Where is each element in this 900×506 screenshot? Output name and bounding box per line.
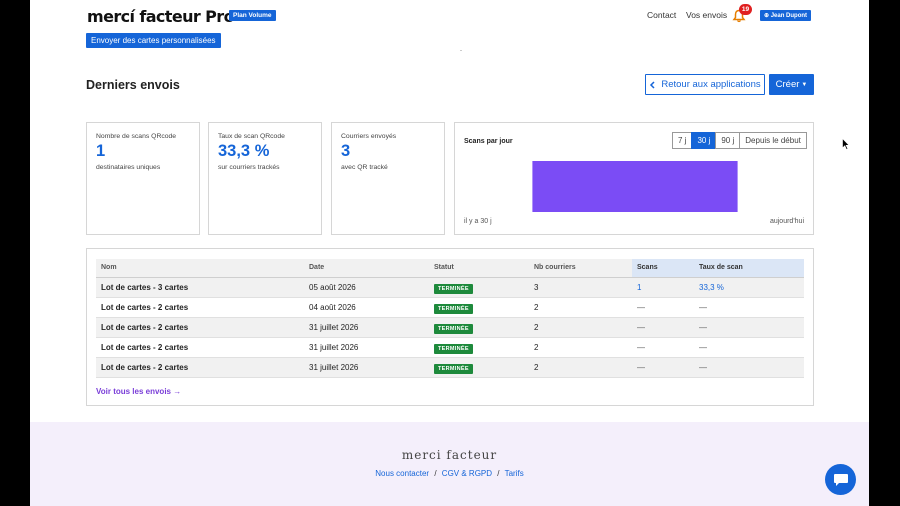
cell-date: 05 août 2026 — [304, 277, 429, 298]
back-to-apps-button[interactable]: Retour aux applications — [645, 74, 765, 95]
cell-name: Lot de cartes - 2 cartes — [96, 357, 304, 379]
header-name[interactable]: Nom — [96, 259, 304, 278]
create-button[interactable]: Créer ▼ — [769, 74, 814, 95]
send-cards-button[interactable]: Envoyer des cartes personnalisées — [86, 33, 221, 48]
footer-separator: / — [434, 469, 437, 478]
cell-scan-rate: — — [694, 357, 804, 379]
range-30d-button[interactable]: 30 j — [691, 132, 717, 149]
cell-scan-rate[interactable]: 33,3 % — [694, 277, 804, 298]
status-badge: TERMINÉE — [434, 344, 473, 355]
stat-sub: destinataires uniques — [96, 164, 161, 171]
stat-value: 1 — [96, 142, 106, 160]
back-to-apps-label: Retour aux applications — [661, 79, 761, 90]
footer-contact-link[interactable]: Nous contacter — [375, 469, 429, 478]
stat-card-scans: Nombre de scans QRcode 1 destinataires u… — [86, 122, 200, 235]
cell-date: 31 juillet 2026 — [304, 337, 429, 359]
header-count[interactable]: Nb courriers — [529, 259, 632, 278]
range-all-button[interactable]: Depuis le début — [739, 132, 807, 149]
header-scans[interactable]: Scans — [632, 259, 694, 278]
stat-label: Nombre de scans QRcode — [96, 133, 177, 140]
stat-card-scan-rate: Taux de scan QRcode 33,3 % sur courriers… — [208, 122, 322, 235]
create-label: Créer — [775, 79, 800, 90]
range-selector: 7 j 30 j 90 j Depuis le début — [672, 132, 807, 149]
range-90d-button[interactable]: 90 j — [715, 132, 741, 149]
cell-name: Lot de cartes - 2 cartes — [96, 317, 304, 339]
cell-date: 31 juillet 2026 — [304, 357, 429, 379]
cell-scans: — — [632, 337, 694, 359]
chart-bar-0 — [532, 161, 738, 212]
cell-count: 2 — [529, 317, 632, 339]
page: mercí facteur Pro Plan Volume Envoyer de… — [30, 0, 869, 506]
chart-title: Scans par jour — [464, 138, 513, 145]
cell-scans: — — [632, 357, 694, 379]
status-badge: TERMINÉE — [434, 303, 473, 314]
cell-scans[interactable]: 1 — [632, 277, 694, 298]
header-date[interactable]: Date — [304, 259, 429, 278]
cell-status: TERMINÉE — [429, 317, 529, 339]
cell-count: 3 — [529, 277, 632, 298]
cell-count: 2 — [529, 297, 632, 318]
footer-brand: merci facteur — [401, 448, 498, 462]
shipments-table: Nom Date Statut Nb courriers Scans Taux … — [96, 259, 804, 379]
notification-count-badge: 19 — [739, 4, 752, 15]
footer-cgv-link[interactable]: CGV & RGPD — [442, 469, 492, 478]
table-row[interactable]: Lot de cartes - 3 cartes 05 août 2026 TE… — [96, 277, 804, 298]
table-row[interactable]: Lot de cartes - 2 cartes 31 juillet 2026… — [96, 337, 804, 359]
header-scan-rate[interactable]: Taux de scan — [694, 259, 804, 278]
stat-card-mails-sent: Courriers envoyés 3 avec QR tracké — [331, 122, 445, 235]
scans-chart-card: Scans par jour 7 j 30 j 90 j Depuis le d… — [454, 122, 814, 235]
cell-scan-rate: — — [694, 337, 804, 359]
nav-contact-link[interactable]: Contact — [647, 10, 676, 20]
footer-links: Nous contacter / CGV & RGPD / Tarifs — [30, 469, 869, 478]
see-all-link[interactable]: Voir tous les envois → — [96, 387, 181, 396]
nav-envois-link[interactable]: Vos envois — [686, 10, 727, 20]
plan-badge: Plan Volume — [229, 10, 276, 21]
cell-count: 2 — [529, 337, 632, 359]
cell-count: 2 — [529, 357, 632, 379]
x-axis-end-label: aujourd'hui — [769, 218, 804, 225]
cell-name: Lot de cartes - 2 cartes — [96, 337, 304, 359]
table-row[interactable]: Lot de cartes - 2 cartes 31 juillet 2026… — [96, 357, 804, 379]
table-header-row: Nom Date Statut Nb courriers Scans Taux … — [96, 259, 804, 278]
cell-scans: — — [632, 317, 694, 339]
status-badge: TERMINÉE — [434, 364, 473, 375]
cell-status: TERMINÉE — [429, 337, 529, 359]
stat-label: Taux de scan QRcode — [218, 133, 285, 140]
cell-scans: — — [632, 297, 694, 318]
cell-name: Lot de cartes - 2 cartes — [96, 297, 304, 318]
x-axis-start-label: il y a 30 j — [464, 218, 492, 225]
stat-sub: avec QR tracké — [341, 164, 388, 171]
cell-name: Lot de cartes - 3 cartes — [96, 277, 304, 298]
table-row[interactable]: Lot de cartes - 2 cartes 31 juillet 2026… — [96, 317, 804, 339]
cell-status: TERMINÉE — [429, 277, 529, 298]
user-menu-button[interactable]: ⊕ Jean Dupont — [760, 10, 812, 21]
cell-scan-rate: — — [694, 297, 804, 318]
stat-label: Courriers envoyés — [341, 133, 397, 140]
footer-separator: / — [497, 469, 500, 478]
stat-value: 33,3 % — [218, 142, 270, 160]
status-badge: TERMINÉE — [434, 283, 473, 294]
chat-button[interactable] — [825, 464, 856, 495]
status-badge: TERMINÉE — [434, 323, 473, 334]
stat-sub: sur courriers trackés — [218, 164, 280, 171]
mouse-cursor-icon — [842, 138, 850, 150]
cell-date: 31 juillet 2026 — [304, 317, 429, 339]
cell-status: TERMINÉE — [429, 297, 529, 318]
chat-bubble-icon — [833, 473, 848, 486]
cell-date: 04 août 2026 — [304, 297, 429, 318]
header-status[interactable]: Statut — [429, 259, 529, 278]
footer-tarifs-link[interactable]: Tarifs — [505, 469, 524, 478]
caret-down-icon: ▼ — [801, 81, 808, 88]
stat-value: 3 — [341, 142, 351, 160]
cell-status: TERMINÉE — [429, 357, 529, 379]
shipments-table-card: Nom Date Statut Nb courriers Scans Taux … — [86, 248, 814, 406]
logo[interactable]: mercí facteur Pro — [87, 7, 235, 26]
table-row[interactable]: Lot de cartes - 2 cartes 04 août 2026 TE… — [96, 297, 804, 318]
range-7d-button[interactable]: 7 j — [672, 132, 693, 149]
divider-dot — [460, 50, 462, 51]
footer: merci facteur Nous contacter / CGV & RGP… — [30, 422, 869, 506]
page-title: Derniers envois — [86, 78, 180, 92]
chevron-left-icon — [650, 80, 655, 89]
cell-scan-rate: — — [694, 317, 804, 339]
